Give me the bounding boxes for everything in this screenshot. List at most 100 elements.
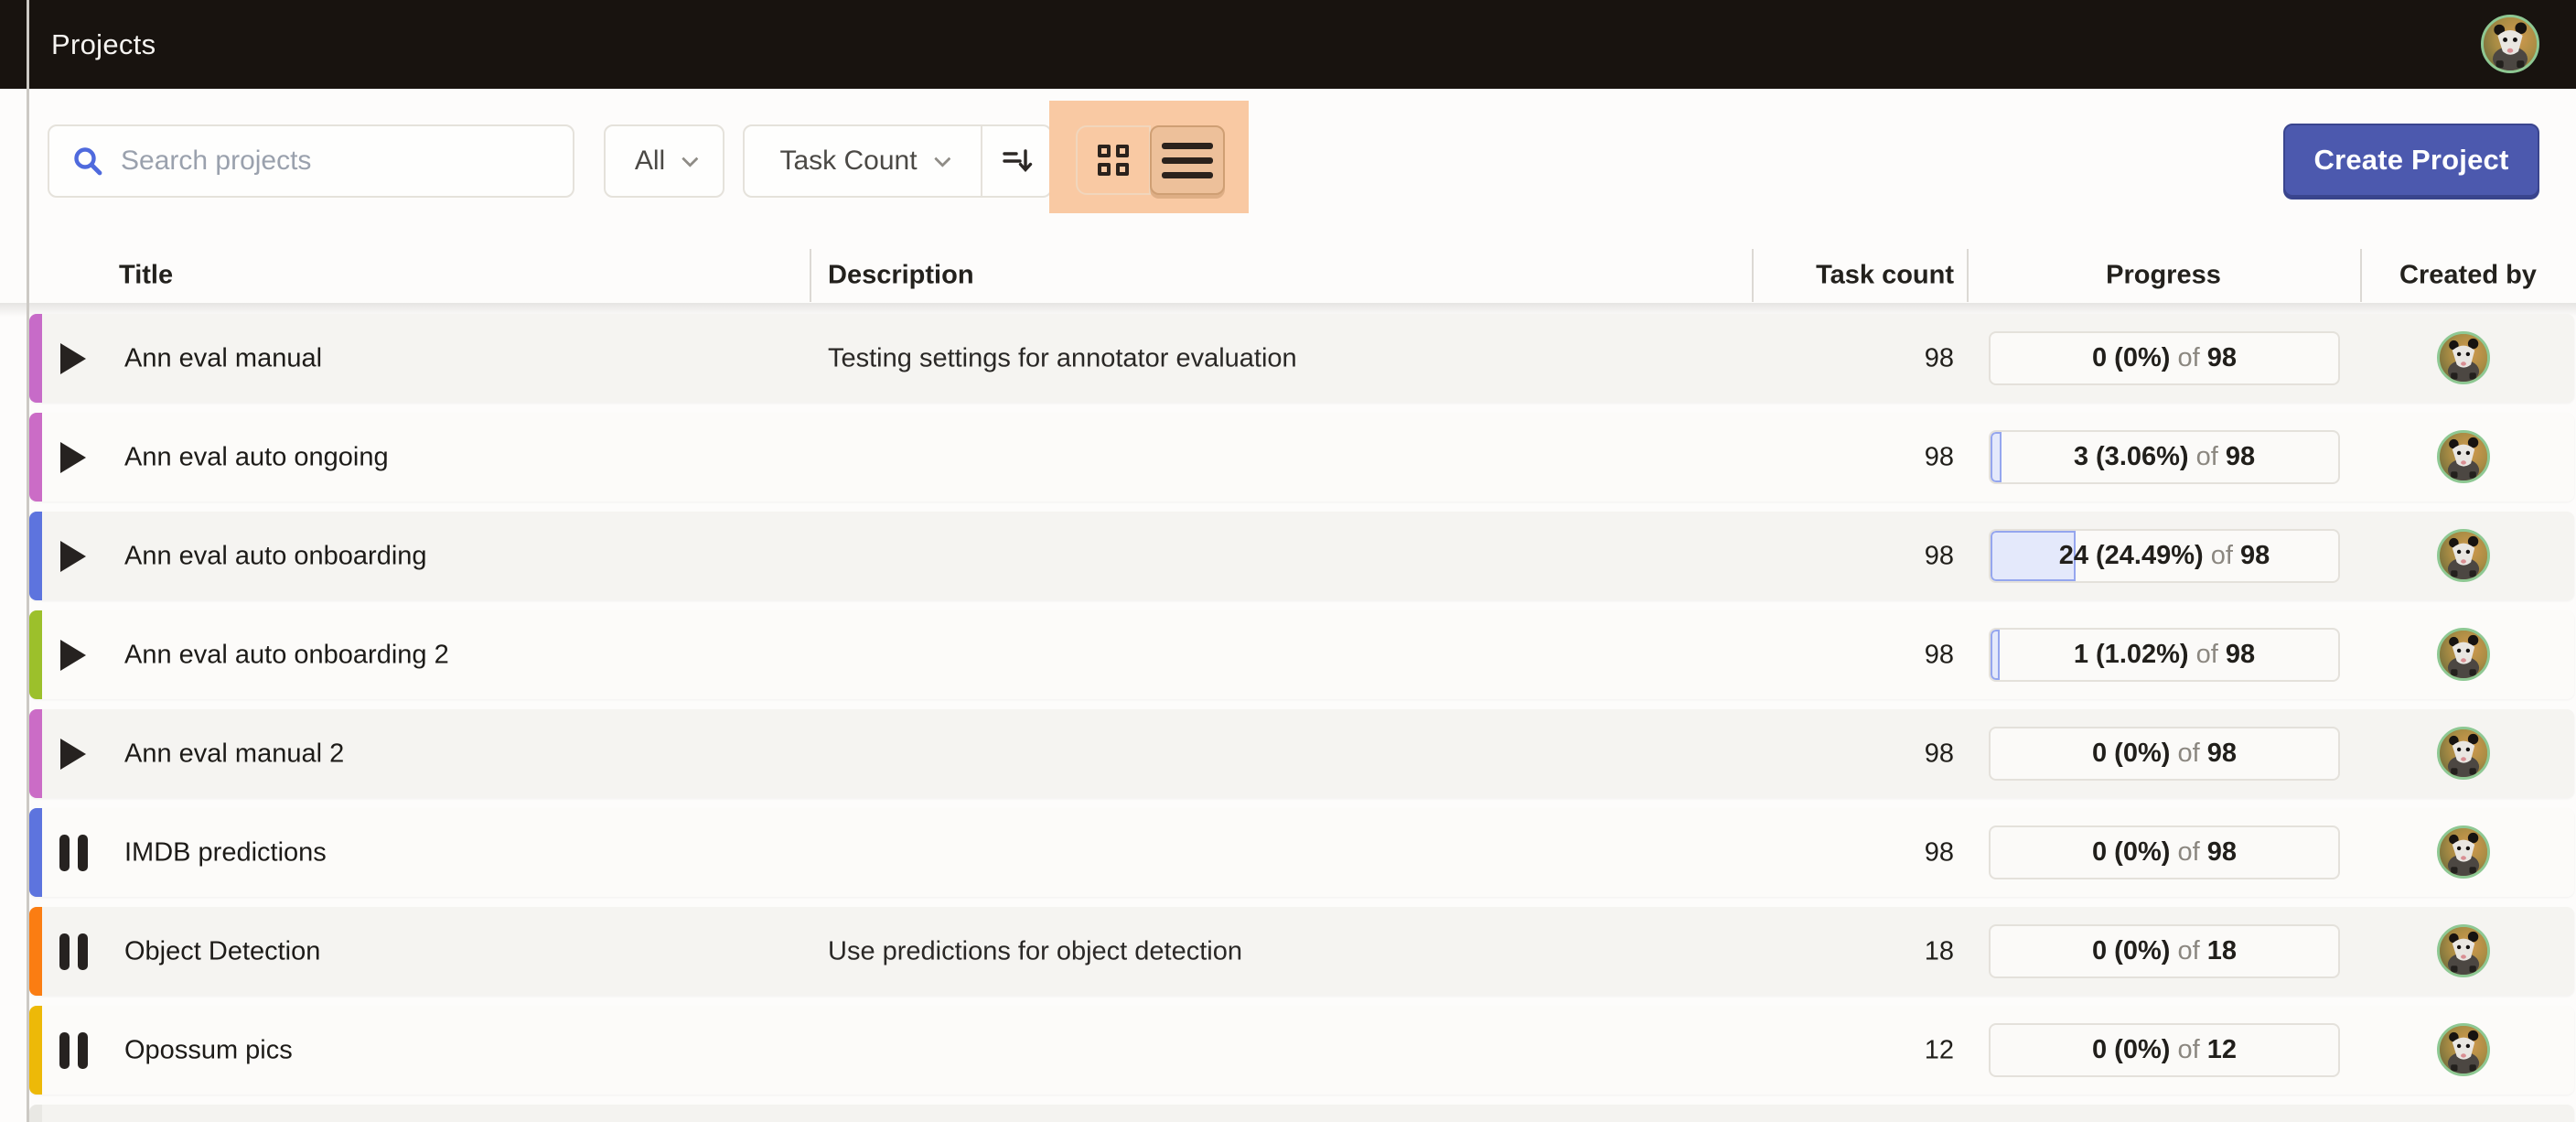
user-avatar[interactable] bbox=[2481, 15, 2539, 73]
project-row-partial[interactable] bbox=[29, 1105, 2574, 1122]
project-progress: 24 (24.49%) of 98 bbox=[1989, 529, 2340, 583]
project-row[interactable]: Ann eval manual 2 98 0 (0%) of 98 bbox=[29, 709, 2574, 798]
project-row[interactable]: Ann eval manual Testing settings for ann… bbox=[29, 314, 2574, 403]
search-input[interactable] bbox=[121, 126, 573, 196]
progress-label: 24 (24.49%) of 98 bbox=[2059, 541, 2270, 571]
project-title: IMDB predictions bbox=[124, 837, 327, 868]
column-header-title: Title bbox=[119, 261, 173, 291]
sort-by-value: Task Count bbox=[779, 146, 917, 177]
column-divider bbox=[2360, 249, 2362, 302]
view-toggle bbox=[1076, 125, 1226, 195]
project-title: Ann eval auto ongoing bbox=[124, 442, 389, 472]
chevron-down-icon bbox=[934, 150, 950, 167]
project-status-button[interactable] bbox=[52, 709, 94, 798]
filter-dropdown-value: All bbox=[635, 146, 665, 177]
project-status-button[interactable] bbox=[52, 1006, 94, 1095]
progress-label: 0 (0%) of 12 bbox=[2092, 1035, 2237, 1065]
top-bar: Projects bbox=[0, 0, 2576, 89]
project-row[interactable]: Opossum pics 12 0 (0%) of 12 bbox=[29, 1006, 2574, 1095]
opossum-avatar-image bbox=[2440, 334, 2487, 382]
list-view-icon bbox=[1162, 143, 1213, 178]
play-icon bbox=[60, 739, 86, 770]
project-color-stripe bbox=[29, 907, 42, 996]
project-status-button[interactable] bbox=[52, 512, 94, 600]
search-box bbox=[48, 124, 574, 198]
sort-controls: Task Count bbox=[743, 124, 1052, 198]
column-divider bbox=[810, 249, 811, 302]
play-icon bbox=[60, 343, 86, 374]
project-description: Testing settings for annotator evaluatio… bbox=[828, 343, 1297, 373]
progress-label: 1 (1.02%) of 98 bbox=[2074, 640, 2255, 670]
project-task-count: 98 bbox=[1767, 541, 1954, 571]
opossum-avatar-image bbox=[2440, 433, 2487, 480]
project-title: Opossum pics bbox=[124, 1035, 293, 1065]
opossum-avatar-image bbox=[2440, 729, 2487, 777]
progress-label: 0 (0%) of 98 bbox=[2092, 837, 2237, 868]
project-row[interactable]: Ann eval auto onboarding 98 24 (24.49%) … bbox=[29, 512, 2574, 600]
grid-view-button[interactable] bbox=[1076, 125, 1151, 195]
project-status-button[interactable] bbox=[52, 314, 94, 403]
project-status-button[interactable] bbox=[52, 907, 94, 996]
project-progress: 0 (0%) of 98 bbox=[1989, 727, 2340, 781]
project-row[interactable]: Ann eval auto onboarding 2 98 1 (1.02%) … bbox=[29, 610, 2574, 699]
project-row[interactable]: IMDB predictions 98 0 (0%) of 98 bbox=[29, 808, 2574, 897]
opossum-avatar-image bbox=[2484, 17, 2537, 70]
project-task-count: 98 bbox=[1767, 640, 1954, 670]
grid-view-icon bbox=[1098, 145, 1129, 176]
opossum-avatar-image bbox=[2440, 532, 2487, 579]
project-row[interactable]: Ann eval auto ongoing 98 3 (3.06%) of 98 bbox=[29, 413, 2574, 502]
project-status-button[interactable] bbox=[52, 610, 94, 699]
project-description: Use predictions for object detection bbox=[828, 936, 1242, 966]
project-status-button[interactable] bbox=[52, 808, 94, 897]
created-by-avatar bbox=[2437, 727, 2490, 780]
project-task-count: 12 bbox=[1767, 1035, 1954, 1065]
created-by-avatar bbox=[2437, 825, 2490, 879]
opossum-avatar-image bbox=[2440, 631, 2487, 678]
table-header: Title Description Task count Progress Cr… bbox=[0, 247, 2576, 304]
project-color-stripe bbox=[29, 610, 42, 699]
project-title: Ann eval auto onboarding 2 bbox=[124, 640, 449, 670]
sort-by-dropdown[interactable]: Task Count bbox=[745, 126, 981, 196]
project-row[interactable]: Object Detection Use predictions for obj… bbox=[29, 907, 2574, 996]
progress-fill bbox=[1991, 630, 2000, 680]
column-divider bbox=[1967, 249, 1969, 302]
project-title: Ann eval auto onboarding bbox=[124, 541, 427, 571]
pause-icon bbox=[59, 835, 88, 871]
pause-icon bbox=[59, 933, 88, 970]
filter-dropdown[interactable]: All bbox=[604, 124, 724, 198]
project-progress: 3 (3.06%) of 98 bbox=[1989, 430, 2340, 484]
project-rows: Ann eval manual Testing settings for ann… bbox=[29, 314, 2574, 1122]
created-by-avatar bbox=[2437, 331, 2490, 384]
page-title: Projects bbox=[51, 28, 156, 61]
progress-label: 3 (3.06%) of 98 bbox=[2074, 442, 2255, 472]
sort-direction-button[interactable] bbox=[981, 126, 1050, 196]
create-project-button[interactable]: Create Project bbox=[2283, 124, 2539, 197]
pause-icon bbox=[59, 1032, 88, 1069]
created-by-avatar bbox=[2437, 628, 2490, 681]
project-status-button[interactable] bbox=[52, 413, 94, 502]
column-header-task-count: Task count bbox=[1766, 261, 1954, 291]
progress-fill bbox=[1991, 432, 2002, 482]
list-view-button[interactable] bbox=[1150, 125, 1225, 195]
opossum-avatar-image bbox=[2440, 1026, 2487, 1073]
project-task-count: 18 bbox=[1767, 936, 1954, 966]
project-task-count: 98 bbox=[1767, 343, 1954, 373]
created-by-avatar bbox=[2437, 1023, 2490, 1076]
project-task-count: 98 bbox=[1767, 837, 1954, 868]
column-divider bbox=[1752, 249, 1754, 302]
project-progress: 1 (1.02%) of 98 bbox=[1989, 628, 2340, 682]
play-icon bbox=[60, 640, 86, 671]
project-progress: 0 (0%) of 98 bbox=[1989, 331, 2340, 385]
play-icon bbox=[60, 541, 86, 572]
project-task-count: 98 bbox=[1767, 739, 1954, 769]
project-progress: 0 (0%) of 18 bbox=[1989, 924, 2340, 978]
created-by-avatar bbox=[2437, 529, 2490, 582]
project-color-stripe bbox=[29, 413, 42, 502]
chevron-down-icon bbox=[682, 150, 698, 167]
project-color-stripe bbox=[29, 808, 42, 897]
project-color-stripe bbox=[29, 1006, 42, 1095]
project-color-stripe bbox=[29, 512, 42, 600]
column-header-progress: Progress bbox=[1967, 261, 2360, 291]
project-color-stripe bbox=[29, 314, 42, 403]
project-color-stripe bbox=[29, 1105, 42, 1122]
